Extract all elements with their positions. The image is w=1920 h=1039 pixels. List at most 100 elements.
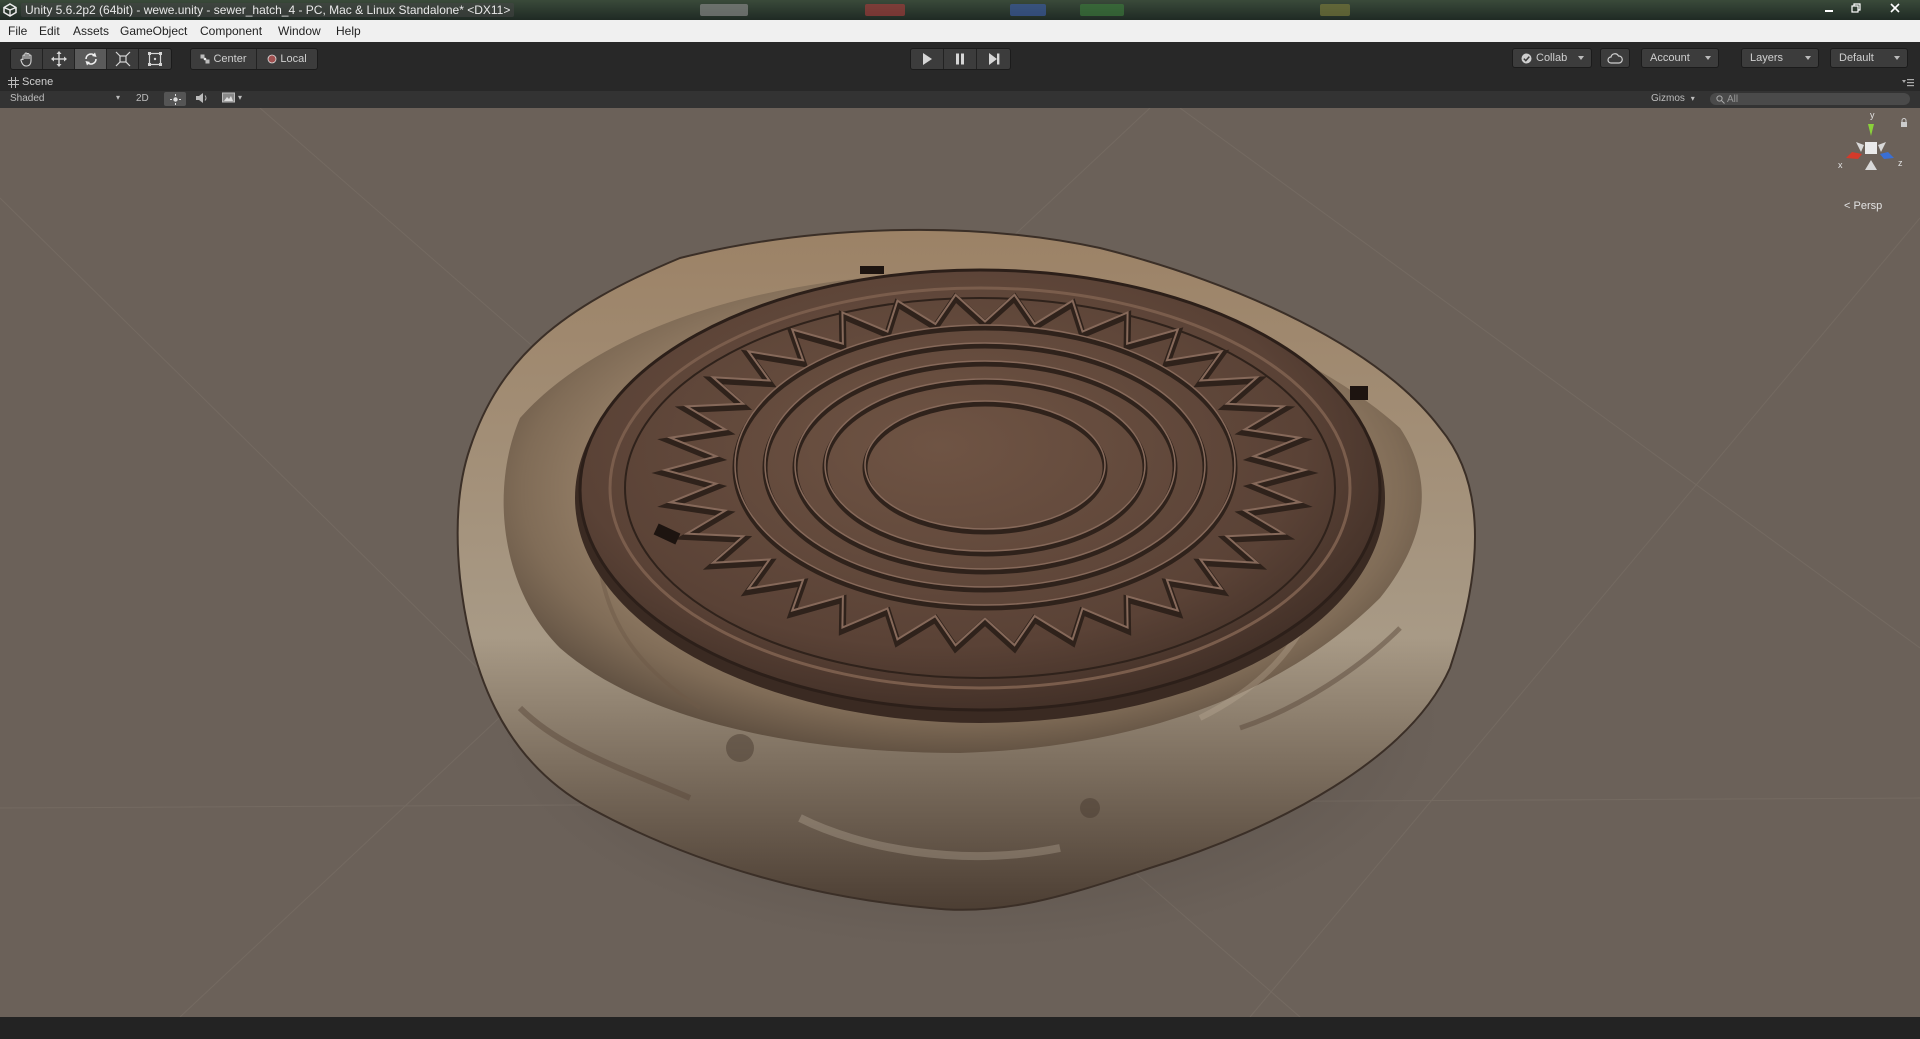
tab-menu-icon[interactable] (1902, 79, 1914, 87)
axis-y-label: y (1870, 110, 1875, 120)
scene-render (0, 108, 1920, 1017)
search-icon (1716, 94, 1725, 104)
layers-dropdown[interactable]: Layers (1741, 48, 1819, 68)
menu-component[interactable]: Component (200, 24, 262, 38)
move-tool-button[interactable] (43, 49, 75, 69)
audio-toggle[interactable] (195, 92, 209, 107)
gizmos-dropdown[interactable]: Gizmos ▾ (1651, 93, 1695, 104)
scene-view-toolbar: Shaded ▾ 2D ▾ Gizmos ▾ All (0, 91, 1920, 109)
lock-icon[interactable] (1900, 118, 1908, 128)
collab-dropdown[interactable]: Collab (1512, 48, 1592, 68)
menu-edit[interactable]: Edit (39, 24, 60, 38)
hand-tool-icon (19, 52, 32, 67)
chevron-down-icon: ▾ (1690, 94, 1695, 103)
scene-tab-label: Scene (22, 76, 54, 88)
layout-label: Default (1839, 52, 1874, 64)
pivot-toggles: Center Local (190, 48, 318, 70)
layers-label: Layers (1750, 52, 1784, 64)
layout-dropdown[interactable]: Default (1830, 48, 1908, 68)
status-bar (0, 1017, 1920, 1039)
pivot-center-icon (200, 54, 210, 64)
cloud-button[interactable] (1600, 48, 1630, 68)
axis-z-label: z (1898, 158, 1903, 168)
scene-search-field[interactable]: All (1710, 93, 1910, 105)
pivot-center-label: Center (213, 53, 247, 65)
background-blur-shape (1320, 4, 1350, 16)
window-titlebar: Unity 5.6.2p2 (64bit) - wewe.unity - sew… (0, 0, 1920, 20)
chevron-down-icon (1705, 56, 1711, 60)
lighting-toggle[interactable] (164, 92, 186, 106)
image-effects-icon (222, 92, 235, 103)
minimize-icon (1825, 10, 1833, 12)
account-label: Account (1650, 52, 1690, 64)
axis-gizmo-icon (1846, 124, 1894, 170)
axis-x-label: x (1838, 160, 1843, 170)
local-rotation-icon (267, 54, 277, 64)
scale-tool-icon (115, 51, 130, 67)
checkmark-icon (1521, 53, 1532, 63)
scene-viewport[interactable]: y x z (0, 108, 1920, 1017)
restore-button[interactable] (1843, 1, 1869, 17)
rect-tool-button[interactable] (139, 49, 171, 69)
rotate-tool-button[interactable] (75, 49, 107, 69)
chevron-down-icon (1578, 56, 1584, 60)
gizmos-label: Gizmos (1651, 93, 1685, 104)
play-button[interactable] (911, 49, 944, 69)
scene-grid-icon (8, 76, 19, 88)
scene-tab-header: Scene (0, 74, 1920, 91)
step-icon (988, 53, 999, 65)
playback-controls (910, 48, 1011, 70)
2d-mode-toggle[interactable]: 2D (136, 93, 149, 104)
scene-tab[interactable]: Scene (8, 76, 53, 88)
pivot-local-label: Local (280, 53, 307, 65)
minimize-button[interactable] (1816, 1, 1842, 17)
shading-mode-label: Shaded (10, 93, 45, 104)
pause-icon (956, 53, 964, 65)
menu-file[interactable]: File (8, 24, 27, 38)
projection-label: Persp (1853, 200, 1883, 212)
main-toolbar: Center Local Collab Account Layers Defau… (0, 42, 1920, 74)
menu-help[interactable]: Help (336, 24, 361, 38)
chevron-down-icon (1805, 56, 1811, 60)
menu-gameobject[interactable]: GameObject (120, 24, 187, 38)
menu-bar: File Edit Assets GameObject Component Wi… (0, 20, 1920, 43)
hand-tool-button[interactable] (11, 49, 43, 69)
projection-toggle[interactable]: < Persp (1844, 200, 1882, 212)
background-blur-shape (1080, 4, 1124, 16)
window-title: Unity 5.6.2p2 (64bit) - wewe.unity - sew… (21, 3, 515, 17)
background-blur-shape (865, 4, 905, 16)
background-blur-shape (700, 4, 748, 16)
move-tool-icon (50, 51, 67, 67)
rect-tool-icon (148, 52, 162, 66)
search-placeholder: All (1727, 93, 1739, 105)
scale-tool-button[interactable] (107, 49, 139, 69)
speaker-icon (196, 93, 207, 103)
pivot-center-toggle[interactable]: Center (191, 49, 257, 69)
hatch-slot (860, 266, 884, 274)
pause-button[interactable] (944, 49, 977, 69)
play-icon (923, 53, 932, 65)
close-icon (1890, 3, 1900, 13)
close-button[interactable] (1880, 1, 1910, 17)
chevron-down-icon: ▾ (238, 93, 243, 102)
step-button[interactable] (977, 49, 1010, 69)
effects-dropdown[interactable]: ▾ (222, 92, 242, 103)
account-dropdown[interactable]: Account (1641, 48, 1719, 68)
chevron-down-icon (1894, 56, 1900, 60)
collab-label: Collab (1536, 52, 1568, 64)
orientation-gizmo[interactable]: y x z (1836, 110, 1906, 182)
shading-mode-dropdown[interactable]: Shaded ▾ (10, 93, 122, 104)
hatch-slot (1350, 386, 1368, 400)
restore-icon (1851, 3, 1861, 13)
background-blur-shape (1010, 4, 1046, 16)
pivot-local-toggle[interactable]: Local (257, 49, 317, 69)
chevron-down-icon: ▾ (115, 93, 120, 102)
menu-assets[interactable]: Assets (73, 24, 109, 38)
rotate-tool-icon (84, 52, 97, 66)
unity-logo-icon (3, 3, 17, 17)
transform-tools (10, 48, 172, 70)
cloud-icon (1607, 52, 1623, 64)
menu-window[interactable]: Window (278, 24, 321, 38)
sun-icon (169, 93, 181, 105)
sewer-hatch (575, 266, 1385, 723)
